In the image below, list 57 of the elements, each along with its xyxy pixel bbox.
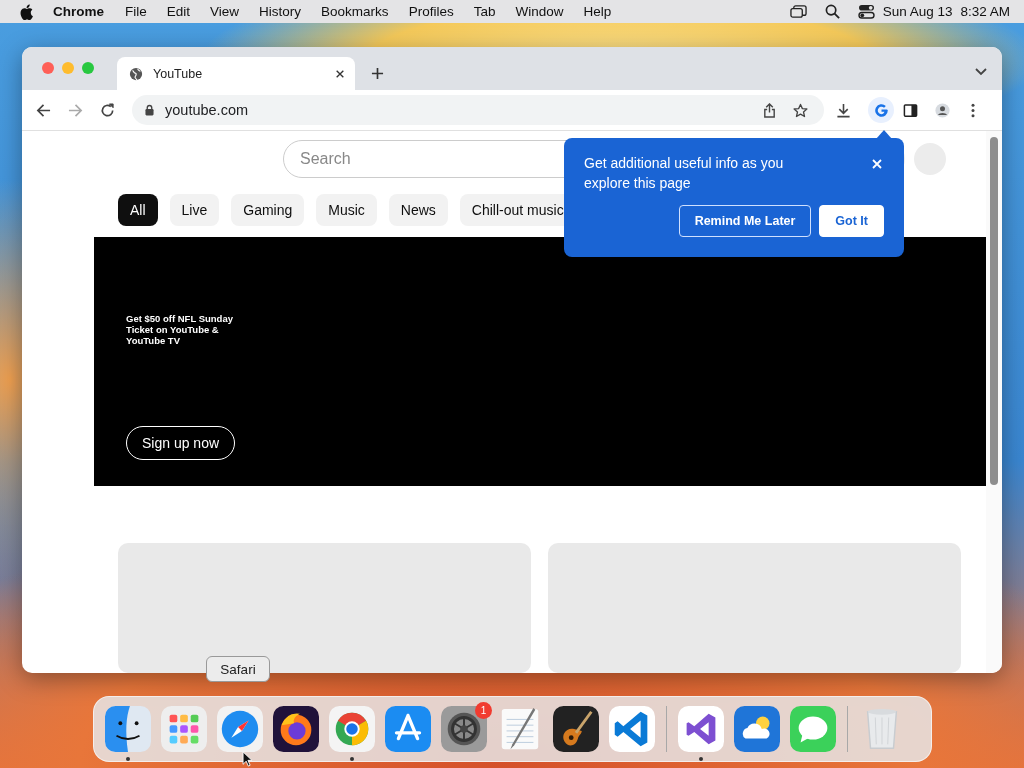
time-text: 8:32 AM <box>960 4 1010 19</box>
filter-chip[interactable]: Music <box>316 193 377 226</box>
menu-item[interactable]: Profiles <box>408 4 454 19</box>
menu-item[interactable]: File <box>125 4 147 19</box>
side-panel-icon[interactable] <box>903 102 918 118</box>
smiling-face-icon[interactable] <box>105 706 151 752</box>
gear-icon[interactable] <box>441 706 487 752</box>
menu-item[interactable]: Help <box>583 4 612 19</box>
scrollbar-thumb[interactable] <box>990 137 998 485</box>
app-menu[interactable]: Chrome <box>53 4 104 19</box>
menu-item[interactable]: Edit <box>166 4 191 19</box>
cloud-sun-icon[interactable] <box>734 706 780 752</box>
g-logo-icon <box>873 102 889 118</box>
date-text: Sun Aug 13 <box>882 4 953 19</box>
letter-a-icon[interactable] <box>385 706 431 752</box>
banner-text: Get $50 off NFL Sunday Ticket on YouTube & YouTube TV <box>126 312 234 346</box>
reload-icon[interactable] <box>100 102 115 118</box>
filter-chip[interactable]: News <box>388 193 448 226</box>
menu-item[interactable]: Tab <box>473 4 496 19</box>
search-icon[interactable] <box>823 4 841 19</box>
globe-icon <box>129 66 143 81</box>
remind-later-button[interactable]: Remind Me Later <box>678 205 812 237</box>
menu-item[interactable]: View <box>210 4 240 19</box>
got-it-button[interactable]: Got It <box>819 205 884 237</box>
ribbon-icon[interactable] <box>609 706 655 752</box>
notification-badge: 1 <box>475 702 492 719</box>
share-icon[interactable] <box>762 102 777 118</box>
menu-item[interactable]: History <box>259 4 302 19</box>
close-icon[interactable] <box>335 68 345 79</box>
star-icon[interactable] <box>793 102 808 118</box>
sign-up-button[interactable]: Sign up now <box>126 425 236 460</box>
windows-icon[interactable] <box>789 4 807 19</box>
toggles-icon[interactable] <box>857 4 875 19</box>
filter-chip[interactable]: Gaming <box>231 193 305 226</box>
apple-icon[interactable] <box>20 3 33 20</box>
new-tab-icon[interactable] <box>371 67 384 80</box>
app-tooltip: Safari <box>206 656 270 682</box>
app-grid-icon[interactable] <box>161 706 207 752</box>
menu-item[interactable]: Window <box>515 4 564 19</box>
url-text: youtube.com <box>165 102 249 118</box>
more-menu-icon[interactable] <box>971 102 975 118</box>
filter-chip[interactable]: Live <box>169 193 220 226</box>
profile-icon[interactable] <box>935 102 950 118</box>
compass-icon[interactable] <box>217 706 263 752</box>
lock-icon <box>145 104 154 116</box>
browser-tab[interactable]: YouTube <box>117 57 355 90</box>
guitar-icon[interactable] <box>553 706 599 752</box>
extension-button[interactable] <box>868 97 894 123</box>
tab-title: YouTube <box>153 66 204 81</box>
address-bar[interactable]: youtube.com <box>132 95 824 125</box>
fox-globe-icon[interactable] <box>273 706 319 752</box>
menu-item[interactable]: Bookmarks <box>321 4 389 19</box>
chevron-down-icon[interactable] <box>975 68 987 76</box>
infinity-ribbon-icon[interactable] <box>678 706 724 752</box>
back-arrow-icon[interactable] <box>36 102 51 118</box>
filter-chip[interactable]: All <box>118 193 158 226</box>
download-icon[interactable] <box>836 102 851 118</box>
